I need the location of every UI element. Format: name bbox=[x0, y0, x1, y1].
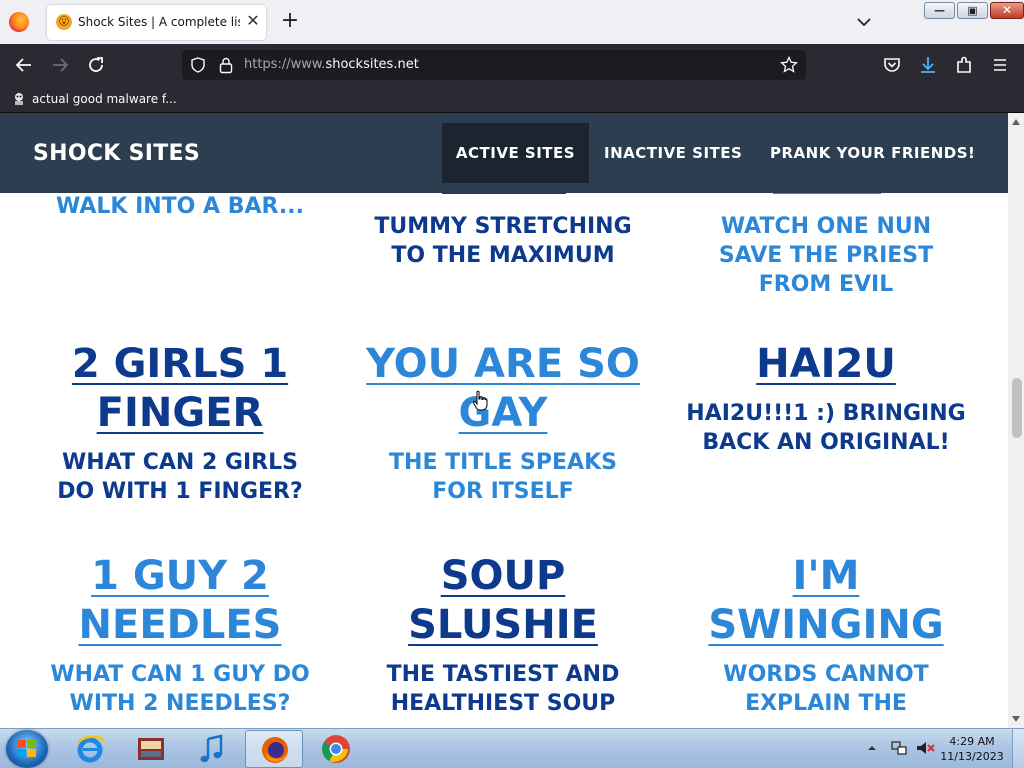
extensions-icon[interactable] bbox=[952, 53, 976, 77]
page-viewport: SHOCK SITES ACTIVE SITES INACTIVE SITES … bbox=[0, 113, 1008, 728]
card-description: WORDS CANNOT EXPLAIN THE bbox=[723, 662, 929, 716]
show-desktop-button[interactable] bbox=[1012, 729, 1024, 768]
card-desc-fragment: TUMMY STRETCHING TO THE MAXIMUM bbox=[374, 214, 632, 268]
network-icon[interactable] bbox=[890, 739, 908, 757]
card-title-link[interactable]: I'M SWINGING bbox=[666, 552, 986, 650]
pocket-icon[interactable] bbox=[880, 53, 904, 77]
tab-favicon-icon: 😮 bbox=[56, 14, 72, 30]
show-hidden-icons-icon[interactable] bbox=[866, 743, 878, 753]
taskbar-itunes[interactable] bbox=[183, 730, 241, 768]
card-title-link[interactable]: YOU ARE SO GAY bbox=[343, 340, 663, 438]
nav-active-sites[interactable]: ACTIVE SITES bbox=[442, 123, 589, 183]
card-description: WHAT CAN 2 GIRLS DO WITH 1 FINGER? bbox=[57, 450, 303, 504]
site-card: HAI2U HAI2U!!!1 :) BRINGING BACK AN ORIGI… bbox=[666, 340, 986, 457]
menu-icon[interactable] bbox=[988, 53, 1012, 77]
card-title-link[interactable]: SOUP SLUSHIE bbox=[343, 552, 663, 650]
music-note-icon bbox=[200, 734, 223, 763]
system-clock[interactable]: 4:29 AM 11/13/2023 bbox=[940, 734, 1004, 764]
card-description: HAI2U!!!1 :) BRINGING BACK AN ORIGINAL! bbox=[686, 401, 966, 455]
tab-strip: 😮 Shock Sites | A complete list of ✕ + —… bbox=[0, 0, 1024, 44]
nav-inactive-sites[interactable]: INACTIVE SITES bbox=[604, 123, 742, 183]
url-bar[interactable]: https://www.shocksites.net bbox=[182, 50, 806, 80]
scroll-up-arrow-icon[interactable] bbox=[1012, 119, 1020, 125]
card-description: THE TITLE SPEAKS FOR ITSELF bbox=[389, 450, 617, 504]
minimize-button[interactable]: — bbox=[924, 2, 955, 19]
site-card: 1 GUY 2 NEEDLES WHAT CAN 1 GUY DO WITH 2 N… bbox=[20, 552, 340, 718]
tab-title: Shock Sites | A complete list of bbox=[78, 15, 240, 29]
scroll-thumb[interactable] bbox=[1012, 378, 1022, 438]
site-card: I'M SWINGING WORDS CANNOT EXPLAIN THE bbox=[666, 552, 986, 718]
site-card: YOU ARE SO GAY THE TITLE SPEAKS FOR ITSELF bbox=[343, 340, 663, 506]
firefox-view-icon[interactable] bbox=[9, 12, 29, 32]
forward-arrow-icon[interactable] bbox=[48, 53, 72, 77]
bookmark-favicon-icon bbox=[15, 93, 23, 105]
star-icon[interactable] bbox=[780, 56, 798, 74]
chevron-down-icon[interactable] bbox=[853, 12, 875, 32]
site-navbar: SHOCK SITES ACTIVE SITES INACTIVE SITES … bbox=[0, 113, 1008, 193]
taskbar: 4:29 AM 11/13/2023 bbox=[0, 728, 1024, 768]
close-tab-button[interactable]: ✕ bbox=[245, 13, 261, 29]
volume-muted-icon[interactable] bbox=[915, 739, 935, 757]
bookmarks-toolbar: actual good malware f... bbox=[0, 86, 1024, 113]
page-scrollbar[interactable] bbox=[1008, 113, 1024, 728]
nav-toolbar: https://www.shocksites.net bbox=[0, 44, 1024, 86]
back-arrow-icon[interactable] bbox=[12, 53, 36, 77]
nav-prank-your-friends[interactable]: PRANK YOUR FRIENDS! bbox=[770, 123, 975, 183]
shield-icon[interactable] bbox=[190, 57, 206, 73]
lock-icon[interactable] bbox=[218, 56, 234, 74]
card-desc-fragment: WALK INTO A BAR... bbox=[56, 194, 304, 219]
scroll-down-arrow-icon[interactable] bbox=[1012, 716, 1020, 722]
hand-cursor-icon bbox=[472, 390, 488, 411]
bookmark-label: actual good malware f... bbox=[32, 92, 177, 106]
url-text[interactable]: https://www.shocksites.net bbox=[244, 57, 419, 72]
site-card: SOUP SLUSHIE THE TASTIEST AND HEALTHIEST S… bbox=[343, 552, 663, 718]
internet-explorer-icon bbox=[77, 735, 106, 763]
media-center-icon bbox=[138, 738, 164, 760]
windows-logo-icon bbox=[17, 740, 36, 757]
download-icon[interactable] bbox=[916, 53, 940, 77]
taskbar-internet-explorer[interactable] bbox=[61, 730, 119, 768]
card-desc-fragment: WATCH ONE NUN SAVE THE PRIEST FROM EVIL bbox=[718, 214, 934, 297]
new-tab-button[interactable]: + bbox=[279, 10, 301, 33]
maximize-button[interactable]: ▣ bbox=[957, 2, 988, 19]
card-title-link[interactable]: HAI2U bbox=[666, 340, 986, 389]
site-card: 2 GIRLS 1 FINGER WHAT CAN 2 GIRLS DO WITH … bbox=[20, 340, 340, 506]
firefox-icon bbox=[262, 737, 288, 763]
taskbar-firefox[interactable] bbox=[245, 730, 303, 768]
taskbar-media-center[interactable] bbox=[122, 730, 180, 768]
card-title-link[interactable]: 2 GIRLS 1 FINGER bbox=[20, 340, 340, 438]
start-button[interactable] bbox=[6, 730, 48, 768]
card-title-link[interactable]: 1 GUY 2 NEEDLES bbox=[20, 552, 340, 650]
site-brand[interactable]: SHOCK SITES bbox=[33, 141, 200, 166]
card-description: WHAT CAN 1 GUY DO WITH 2 NEEDLES? bbox=[50, 662, 310, 716]
reload-icon[interactable] bbox=[84, 53, 108, 77]
chrome-icon bbox=[322, 735, 350, 763]
close-window-button[interactable]: ✕ bbox=[990, 2, 1024, 19]
tab-shock-sites[interactable]: 😮 Shock Sites | A complete list of ✕ bbox=[47, 5, 266, 40]
card-description: THE TASTIEST AND HEALTHIEST SOUP bbox=[386, 662, 620, 716]
taskbar-chrome[interactable] bbox=[307, 730, 365, 768]
